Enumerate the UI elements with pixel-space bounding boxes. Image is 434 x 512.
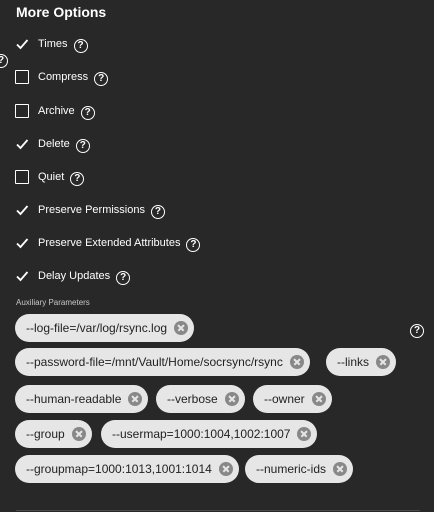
chip-label: --human-readable	[26, 392, 122, 406]
remove-chip-icon[interactable]	[224, 392, 239, 406]
option-label: Quiet	[38, 171, 65, 183]
chip-groupmap[interactable]: --groupmap=1000:1013,1001:1014	[15, 455, 239, 483]
divider	[16, 510, 420, 511]
chip-label: --owner	[264, 392, 305, 406]
section-title: More Options	[16, 4, 107, 20]
option-quiet[interactable]: Quiet ?	[15, 167, 85, 187]
help-glyph: ?	[80, 106, 95, 120]
help-icon[interactable]: ?	[70, 168, 85, 186]
help-glyph: ?	[116, 271, 131, 285]
help-icon[interactable]: ?	[186, 234, 201, 252]
check-icon	[16, 39, 29, 50]
chip-links[interactable]: --links	[326, 348, 396, 376]
help-icon[interactable]: ?	[80, 102, 95, 120]
option-label: Preserve Extended Attributes	[38, 237, 181, 249]
help-icon[interactable]: ?	[75, 135, 90, 153]
help-icon[interactable]: ?	[94, 68, 109, 86]
chip-log-file[interactable]: --log-file=/var/log/rsync.log	[15, 314, 195, 342]
chip-usermap[interactable]: --usermap=1000:1004,1002:1007	[101, 420, 318, 448]
option-label: Preserve Permissions	[38, 204, 145, 216]
chip-password-file[interactable]: --password-file=/mnt/Vault/Home/socrsync…	[15, 348, 310, 376]
help-glyph: ?	[75, 139, 90, 153]
help-icon[interactable]: ?	[73, 35, 88, 53]
help-icon[interactable]: ?	[410, 320, 424, 338]
chip-label: --log-file=/var/log/rsync.log	[26, 321, 168, 335]
check-icon	[16, 238, 29, 249]
chip-label: --numeric-ids	[256, 462, 327, 476]
help-glyph: ?	[73, 39, 88, 53]
help-glyph: ?	[0, 54, 8, 68]
option-delete[interactable]: Delete ?	[15, 134, 90, 154]
remove-chip-icon[interactable]	[218, 462, 233, 476]
checkbox-preserve-permissions[interactable]	[15, 203, 29, 217]
checkbox-archive[interactable]	[15, 104, 29, 118]
help-glyph: ?	[70, 172, 85, 186]
option-label: Archive	[38, 105, 75, 117]
option-label: Compress	[38, 71, 89, 83]
chip-label: --links	[337, 355, 369, 369]
checkbox-times[interactable]	[15, 37, 29, 51]
auxiliary-parameters-label: Auxiliary Parameters	[16, 298, 90, 307]
help-icon[interactable]: ?	[0, 50, 8, 68]
chip-label: --group	[26, 427, 65, 441]
option-label: Delay Updates	[38, 270, 111, 282]
checkbox-preserve-extended-attributes[interactable]	[15, 236, 29, 250]
option-preserve-extended-attributes[interactable]: Preserve Extended Attributes ?	[15, 233, 201, 253]
chip-label: --verbose	[167, 392, 218, 406]
option-times[interactable]: Times ?	[15, 34, 88, 54]
remove-chip-icon[interactable]	[297, 427, 312, 441]
help-glyph: ?	[410, 324, 424, 338]
remove-chip-icon[interactable]	[333, 462, 348, 476]
chip-verbose[interactable]: --verbose	[156, 385, 245, 413]
help-glyph: ?	[186, 238, 201, 252]
chip-label: --password-file=/mnt/Vault/Home/socrsync…	[26, 355, 283, 369]
check-icon	[16, 271, 29, 282]
chip-human-readable[interactable]: --human-readable	[15, 385, 149, 413]
option-preserve-permissions[interactable]: Preserve Permissions ?	[15, 200, 165, 220]
chip-label: --usermap=1000:1004,1002:1007	[112, 427, 291, 441]
help-glyph: ?	[150, 205, 165, 219]
chip-numeric-ids[interactable]: --numeric-ids	[245, 455, 354, 483]
help-icon[interactable]: ?	[116, 267, 131, 285]
option-delay-updates[interactable]: Delay Updates ?	[15, 266, 131, 286]
option-label: Delete	[38, 138, 70, 150]
checkbox-quiet[interactable]	[15, 170, 29, 184]
checkbox-compress[interactable]	[15, 70, 29, 84]
check-icon	[16, 205, 29, 216]
remove-chip-icon[interactable]	[289, 355, 304, 369]
check-icon	[16, 139, 29, 150]
help-glyph: ?	[94, 72, 109, 86]
chip-label: --groupmap=1000:1013,1001:1014	[26, 462, 212, 476]
remove-chip-icon[interactable]	[71, 427, 86, 441]
option-archive[interactable]: Archive ?	[15, 101, 95, 121]
checkbox-delay-updates[interactable]	[15, 269, 29, 283]
checkbox-delete[interactable]	[15, 137, 29, 151]
help-icon[interactable]: ?	[150, 201, 165, 219]
remove-chip-icon[interactable]	[311, 392, 326, 406]
remove-chip-icon[interactable]	[128, 392, 143, 406]
remove-chip-icon[interactable]	[174, 321, 189, 335]
option-compress[interactable]: Compress ?	[15, 67, 109, 87]
remove-chip-icon[interactable]	[376, 355, 390, 369]
chip-group[interactable]: --group	[15, 420, 92, 448]
option-label: Times	[38, 38, 68, 50]
chip-owner[interactable]: --owner	[253, 385, 332, 413]
